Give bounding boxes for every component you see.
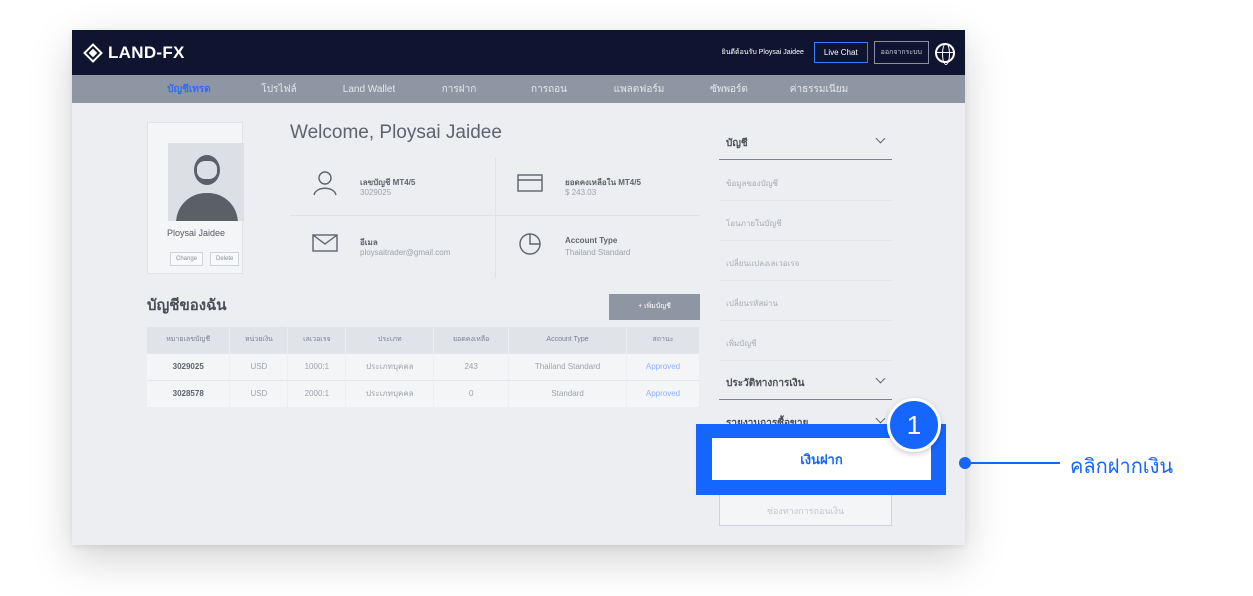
col-status: สถานะ xyxy=(626,327,700,353)
info-account-number: เลขบัญชี MT4/5 3029025 xyxy=(290,158,490,213)
sidebar-item-add-account[interactable]: เพิ่มบัญชี xyxy=(719,321,892,361)
nav-item-support[interactable]: ซัพพอร์ต xyxy=(684,82,774,97)
sidebar-item-label: เปลี่ยนรหัสผ่าน xyxy=(726,299,778,308)
sidebar-item-internal-transfer[interactable]: โอนภายในบัญชี xyxy=(719,201,892,241)
my-accounts-heading: บัญชีของฉัน xyxy=(147,297,227,314)
top-bar: LAND-FX ยินดีต้อนรับ Ploysai Jaidee Live… xyxy=(72,30,965,75)
sidebar-item-label: โอนภายในบัญชี xyxy=(726,219,782,228)
logo[interactable]: LAND-FX xyxy=(83,42,185,63)
page-title: Welcome, Ploysai Jaidee xyxy=(290,122,502,143)
account-type-label: Account Type xyxy=(565,236,618,245)
user-icon xyxy=(313,171,337,196)
sidebar-item-label: ข้อมูลของบัญชี xyxy=(726,179,778,188)
cell-account-type: Thailand Standard xyxy=(508,352,627,380)
live-chat-button[interactable]: Live Chat xyxy=(813,42,868,63)
col-account-number: หมายเลขบัญชี xyxy=(147,327,231,353)
avatar-face-icon xyxy=(197,161,217,179)
change-photo-button[interactable]: Change xyxy=(170,252,204,266)
avatar-body-icon xyxy=(176,193,238,221)
col-currency: หน่วยเงิน xyxy=(229,327,289,353)
sidebar-item-change-password[interactable]: เปลี่ยนรหัสผ่าน xyxy=(719,281,892,321)
globe-icon[interactable] xyxy=(935,42,955,65)
sidebar-item-account-info[interactable]: ข้อมูลของบัญชี xyxy=(719,161,892,201)
cell-account-type: Standard xyxy=(508,379,627,407)
add-account-button[interactable]: + เพิ่มบัญชี xyxy=(609,294,700,320)
table-row[interactable]: 3029025 USD 1000:1 ประเภทบุคคล 243 Thail… xyxy=(147,352,700,380)
nav-item-profile[interactable]: โปรไฟล์ xyxy=(234,82,324,97)
info-balance: ยอดคงเหลือใน MT4/5 $ 243.03 xyxy=(495,158,695,213)
avatar xyxy=(168,143,244,221)
cell-account-number: 3029025 xyxy=(147,352,231,380)
cell-currency: USD xyxy=(229,379,289,407)
chevron-down-icon xyxy=(875,373,886,384)
sidebar-item-label: เพิ่มบัญชี xyxy=(726,339,757,348)
mail-icon xyxy=(312,234,338,252)
accounts-table: หมายเลขบัญชี หน่วยเงิน เลเวอเรจ ประเภท ย… xyxy=(147,327,700,407)
callout-text: คลิกฝากเงิน xyxy=(1070,456,1174,478)
profile-card: Ploysai Jaidee Change Delete xyxy=(147,122,244,274)
connector-line xyxy=(968,462,1060,464)
delete-photo-button[interactable]: Delete xyxy=(210,252,240,266)
cell-balance: 0 xyxy=(433,379,510,407)
cell-status: Approved xyxy=(626,352,700,380)
sidebar-item-label: เปลี่ยนแปลงเลเวอเรจ xyxy=(726,259,800,268)
cell-account-number: 3028578 xyxy=(147,379,231,407)
tutorial-stage: LAND-FX ยินดีต้อนรับ Ploysai Jaidee Live… xyxy=(0,0,1253,596)
col-account-type: Account Type xyxy=(508,327,627,353)
sidebar-item-change-leverage[interactable]: เปลี่ยนแปลงเลเวอเรจ xyxy=(719,241,892,281)
logout-button[interactable]: ออกจากระบบ xyxy=(873,41,929,64)
sidebar-section-account[interactable]: บัญชี xyxy=(719,122,892,160)
cell-currency: USD xyxy=(229,352,289,380)
nav-item-deposit[interactable]: การฝาก xyxy=(414,82,504,97)
pie-chart-icon xyxy=(519,233,541,255)
info-email: อีเมล ploysaitrader@gmail.com xyxy=(290,218,490,273)
cell-type: ประเภทบุคคล xyxy=(345,352,435,380)
sidebar-section-label: ประวัติทางการเงิน xyxy=(726,378,805,389)
col-balance: ยอดคงเหลือ xyxy=(433,327,510,353)
cell-balance: 243 xyxy=(433,352,510,380)
logo-diamond-icon xyxy=(83,42,103,63)
nav-item-trading-account[interactable]: บัญชีเทรด xyxy=(144,82,234,97)
table-row[interactable]: 3028578 USD 2000:1 ประเภทบุคคล 0 Standar… xyxy=(147,379,700,407)
step-badge: 1 xyxy=(887,398,941,452)
nav-item-fees[interactable]: ค่าธรรมเนียม xyxy=(774,82,864,97)
account-info-grid: เลขบัญชี MT4/5 3029025 ยอดคงเหลือใน MT4/… xyxy=(290,158,700,278)
table-header-row: หมายเลขบัญชี หน่วยเงิน เลเวอเรจ ประเภท ย… xyxy=(147,327,700,353)
sidebar-section-financial-history[interactable]: ประวัติทางการเงิน xyxy=(719,362,892,400)
cell-type: ประเภทบุคคล xyxy=(345,379,435,407)
sidebar-section-label: บัญชี xyxy=(726,138,748,149)
info-account-type: Account Type Thailand Standard xyxy=(495,218,695,273)
topbar-actions: ยินดีต้อนรับ Ploysai Jaidee Live Chat ออ… xyxy=(721,41,955,65)
logo-text: LAND-FX xyxy=(108,42,185,62)
cell-status: Approved xyxy=(626,379,700,407)
col-leverage: เลเวอเรจ xyxy=(287,327,347,353)
account-number-value: 3029025 xyxy=(360,188,392,197)
cell-leverage: 1000:1 xyxy=(287,352,347,380)
account-type-value: Thailand Standard xyxy=(565,248,631,257)
nav-item-platform[interactable]: แพลตฟอร์ม xyxy=(594,82,684,97)
cell-leverage: 2000:1 xyxy=(287,379,347,407)
chevron-down-icon xyxy=(875,413,886,424)
welcome-user-text: ยินดีต้อนรับ Ploysai Jaidee xyxy=(721,49,804,56)
col-type: ประเภท xyxy=(345,327,435,353)
card-icon xyxy=(517,174,543,192)
balance-value: $ 243.03 xyxy=(565,188,597,197)
profile-name: Ploysai Jaidee xyxy=(166,228,226,238)
withdraw-channel-button[interactable]: ช่องทางการถอนเงิน xyxy=(719,494,892,526)
email-value: ploysaitrader@gmail.com xyxy=(360,248,451,257)
nav-item-land-wallet[interactable]: Land Wallet xyxy=(324,84,414,95)
chevron-down-icon xyxy=(875,133,886,144)
nav-item-withdraw[interactable]: การถอน xyxy=(504,82,594,97)
main-nav: บัญชีเทรด โปรไฟล์ Land Wallet การฝาก การ… xyxy=(72,75,965,103)
